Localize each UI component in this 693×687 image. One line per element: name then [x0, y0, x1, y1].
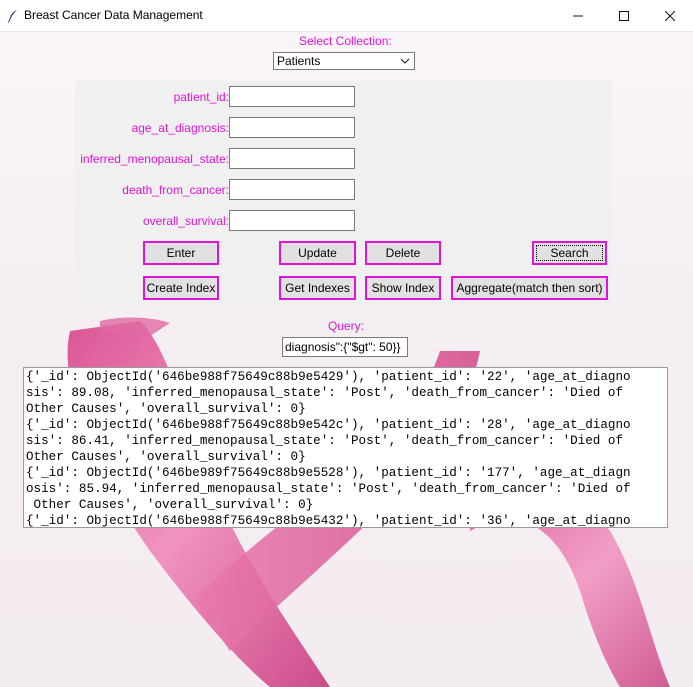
inferred-menopausal-state-field[interactable] [229, 148, 355, 169]
maximize-button[interactable] [601, 0, 647, 31]
overall-survival-field[interactable] [229, 210, 355, 231]
result-line: {'_id': ObjectId('646be988f75649c88b9e54… [26, 418, 631, 432]
result-line: {'_id': ObjectId('646be988f75649c88b9e54… [26, 370, 631, 384]
aggregate-button[interactable]: Aggregate(match then sort) [451, 276, 608, 300]
close-button[interactable] [647, 0, 693, 31]
update-button[interactable]: Update [279, 241, 356, 265]
create-index-button[interactable]: Create Index [143, 276, 219, 300]
get-indexes-button[interactable]: Get Indexes [279, 276, 356, 300]
result-line: sis': 89.08, 'inferred_menopausal_state'… [26, 386, 624, 400]
query-input[interactable]: diagnosis":{"$gt": 50}} [282, 337, 408, 357]
minimize-button[interactable] [555, 0, 601, 31]
show-index-button[interactable]: Show Index [365, 276, 441, 300]
title-bar: Breast Cancer Data Management [0, 0, 693, 32]
overall-survival-label: overall_survival: [142, 214, 229, 228]
delete-button[interactable]: Delete [365, 241, 441, 265]
death-from-cancer-label: death_from_cancer: [122, 183, 229, 197]
search-button[interactable]: Search [532, 241, 607, 265]
result-line: Other Causes', 'overall_survival': 0} [26, 498, 314, 512]
maximize-icon [619, 10, 629, 21]
result-line: sis': 86.41, 'inferred_menopausal_state'… [26, 434, 624, 448]
patient-id-field[interactable] [229, 86, 355, 107]
close-icon [665, 10, 675, 21]
collection-dropdown[interactable]: Patients [273, 52, 415, 70]
age-at-diagnosis-field[interactable] [229, 117, 355, 138]
age-at-diagnosis-label: age_at_diagnosis: [131, 121, 229, 135]
feather-icon [6, 8, 20, 23]
result-line: {'_id': ObjectId('646be989f75649c88b9e55… [26, 466, 631, 480]
minimize-icon [573, 15, 583, 16]
result-line: {'_id': ObjectId('646be988f75649c88b9e54… [26, 514, 631, 528]
inferred-menopausal-state-label: inferred_menopausal_state: [80, 152, 229, 166]
query-label: Query: [327, 319, 366, 333]
death-from-cancer-field[interactable] [229, 179, 355, 200]
result-line: osis': 85.94, 'inferred_menopausal_state… [26, 482, 631, 496]
result-line: Other Causes', 'overall_survival': 0} [26, 450, 306, 464]
result-line: Other Causes', 'overall_survival': 0} [26, 402, 306, 416]
enter-button[interactable]: Enter [143, 241, 219, 265]
patient-id-label: patient_id: [173, 90, 229, 104]
results-textbox[interactable]: {'_id': ObjectId('646be988f75649c88b9e54… [23, 367, 668, 528]
collection-selected-value: Patients [277, 54, 321, 68]
chevron-down-icon [400, 54, 410, 74]
select-collection-label: Select Collection: [299, 34, 392, 48]
window-title: Breast Cancer Data Management [24, 8, 203, 22]
